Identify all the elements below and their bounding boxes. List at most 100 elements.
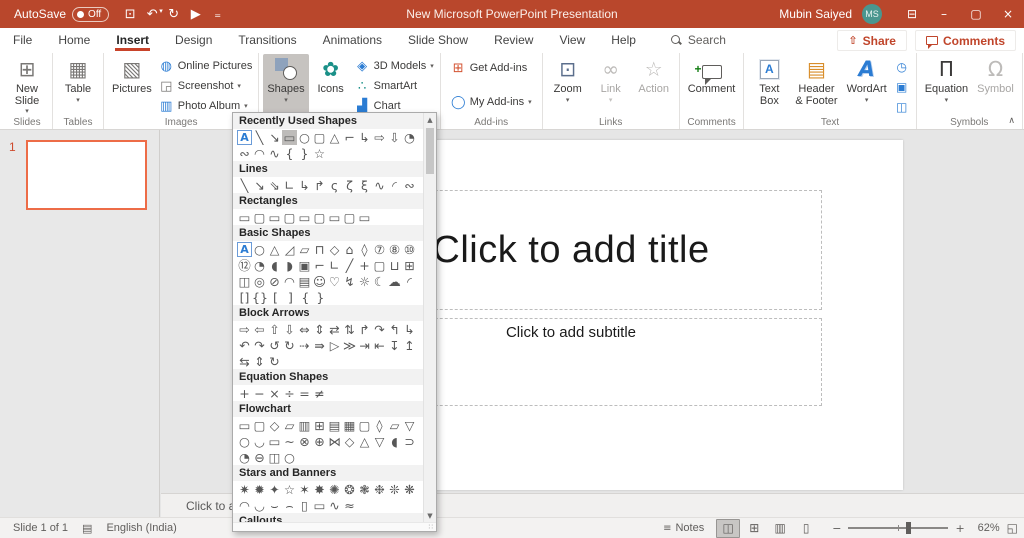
shape-cell[interactable]: ◜ (387, 178, 402, 193)
shape-cell[interactable]: ς (327, 178, 342, 193)
shape-cell[interactable]: ↺ (267, 338, 282, 353)
ribbon-button-icons[interactable]: ✿Icons (310, 54, 352, 116)
shape-cell[interactable]: ▭ (357, 210, 372, 225)
shape-cell[interactable]: ⌐ (342, 130, 357, 145)
selected-shape-cell[interactable]: ▭ (282, 130, 297, 145)
shape-cell[interactable]: ≫ (342, 338, 357, 353)
shapes-menu-scrollbar[interactable]: ▲ ▼ (423, 113, 436, 522)
shape-cell[interactable]: ⌐ (312, 258, 327, 273)
shape-cell[interactable]: ⊘ (267, 274, 282, 289)
zoom-slider[interactable] (848, 527, 948, 529)
shape-cell[interactable]: {} (252, 290, 268, 305)
shape-cell[interactable]: ÷ (282, 386, 297, 401)
start-slideshow-button[interactable]: ▶ (185, 7, 207, 22)
ribbon-button-shapes[interactable]: Shapes▾ (263, 54, 308, 116)
ribbon-button-date-time[interactable]: ◷ (892, 58, 912, 76)
restore-button[interactable]: ▢ (960, 0, 992, 28)
ribbon-tab-help[interactable]: Help (598, 28, 649, 52)
shape-cell[interactable]: ◎ (252, 274, 267, 289)
ribbon-tab-file[interactable]: File (0, 28, 45, 52)
shape-cell[interactable]: ] (283, 290, 298, 305)
ribbon-button-screenshot[interactable]: ◲Screenshot▾ (157, 77, 255, 95)
shape-cell[interactable]: ▭ (267, 210, 282, 225)
shape-cell[interactable]: ☆ (312, 146, 327, 161)
shape-cell[interactable]: ◿ (282, 242, 297, 257)
shape-cell[interactable]: ◡ (252, 434, 267, 449)
shape-cell[interactable]: ▭ (312, 498, 327, 513)
shape-cell[interactable]: ⇔ (297, 322, 312, 337)
avatar[interactable]: MS (862, 4, 882, 24)
shape-cell[interactable]: ◠ (252, 146, 267, 161)
shape-cell[interactable]: ↷ (252, 338, 267, 353)
shape-cell[interactable]: ▦ (342, 418, 357, 433)
shape-cell[interactable]: ▱ (297, 242, 312, 257)
shape-cell[interactable]: △ (267, 242, 282, 257)
shape-cell[interactable]: ⊔ (387, 258, 402, 273)
shape-cell[interactable]: ♡ (327, 274, 342, 289)
shape-cell[interactable]: ▤ (327, 418, 342, 433)
shape-cell[interactable]: ⌢ (282, 498, 297, 513)
shape-cell[interactable]: ⇨ (237, 322, 252, 337)
ribbon-button-text-box[interactable]: ATextBox (748, 54, 790, 116)
slide-thumbnail[interactable] (26, 140, 147, 210)
zoom-out-button[interactable]: − (832, 522, 841, 535)
shape-cell[interactable]: ◔ (402, 130, 417, 145)
shape-cell[interactable]: ☁ (387, 274, 402, 289)
ribbon-button-online-pictures[interactable]: ◍Online Pictures (157, 57, 255, 75)
shape-cell[interactable]: ▢ (312, 130, 327, 145)
shape-cell[interactable]: △ (327, 130, 342, 145)
collapse-ribbon-icon[interactable]: ∧ (1008, 116, 1015, 126)
shape-cell[interactable]: } (313, 290, 328, 305)
shape-cell[interactable]: ⇦ (252, 322, 267, 337)
shape-cell[interactable]: ◡ (252, 498, 267, 513)
shape-cell[interactable]: ∿ (267, 146, 282, 161)
shape-cell[interactable]: ↘ (267, 130, 282, 145)
shape-cell[interactable]: = (297, 386, 312, 401)
shape-cell[interactable]: ◠ (282, 274, 297, 289)
shape-cell[interactable]: ↳ (297, 178, 312, 193)
ribbon-button-header-footer[interactable]: ▤Header& Footer (791, 54, 841, 116)
ribbon-button-new-slide[interactable]: ⊞NewSlide▾ (6, 54, 48, 116)
shape-cell[interactable]: ▭ (297, 210, 312, 225)
shape-cell[interactable]: ✶ (297, 482, 312, 497)
shape-cell[interactable]: ⑧ (387, 242, 402, 257)
shape-cell[interactable]: ▽ (402, 418, 417, 433)
share-button[interactable]: ⇧ Share (837, 30, 907, 51)
shape-cell[interactable]: ▢ (252, 418, 267, 433)
shape-cell[interactable]: ↥ (402, 338, 417, 353)
ribbon-tab-transitions[interactable]: Transitions (225, 28, 309, 52)
shape-cell[interactable]: ∾ (402, 178, 417, 193)
shape-cell[interactable]: ∟ (327, 258, 342, 273)
shape-cell[interactable]: ▢ (342, 210, 357, 225)
zoom-slider-handle[interactable] (906, 522, 911, 534)
shape-cell[interactable]: ◔ (237, 450, 252, 465)
shape-cell[interactable]: + (237, 386, 252, 401)
close-button[interactable]: × (992, 0, 1024, 28)
shape-cell[interactable]: ↳ (357, 130, 372, 145)
scroll-up-icon[interactable]: ▲ (424, 113, 436, 126)
shape-cell[interactable]: × (267, 386, 282, 401)
shape-cell[interactable]: ▭ (237, 418, 252, 433)
ribbon-button-my-add-ins[interactable]: ◯My Add-ins▾ (449, 93, 534, 111)
ribbon-tab-design[interactable]: Design (162, 28, 225, 52)
autosave-toggle[interactable]: AutoSave Off (14, 7, 109, 22)
shape-cell[interactable]: ⇛ (312, 338, 327, 353)
shape-cell[interactable]: ⇕ (252, 354, 267, 369)
ribbon-button-insert-object[interactable]: ◫ (892, 98, 912, 116)
shape-cell[interactable]: ↻ (267, 354, 282, 369)
shape-cell[interactable]: ∟ (282, 178, 297, 193)
shape-cell[interactable]: ↶ (237, 338, 252, 353)
ribbon-button-zoom[interactable]: ⊡Zoom▾ (547, 54, 589, 116)
shape-cell[interactable]: ▣ (297, 258, 312, 273)
shape-cell[interactable]: ❋ (402, 482, 417, 497)
shape-cell[interactable]: ◖ (267, 258, 282, 273)
ribbon-button-3d-models[interactable]: ◈3D Models▾ (353, 57, 436, 75)
shape-cell[interactable]: ↷ (372, 322, 387, 337)
shape-cell[interactable]: △ (357, 434, 372, 449)
shape-cell[interactable]: ◫ (237, 274, 252, 289)
shape-cell[interactable]: ↘ (252, 178, 267, 193)
comments-button[interactable]: Comments (915, 30, 1016, 51)
shape-cell[interactable]: ⊞ (312, 418, 327, 433)
shape-cell[interactable]: { (282, 146, 297, 161)
shape-cell[interactable]: ◗ (282, 258, 297, 273)
